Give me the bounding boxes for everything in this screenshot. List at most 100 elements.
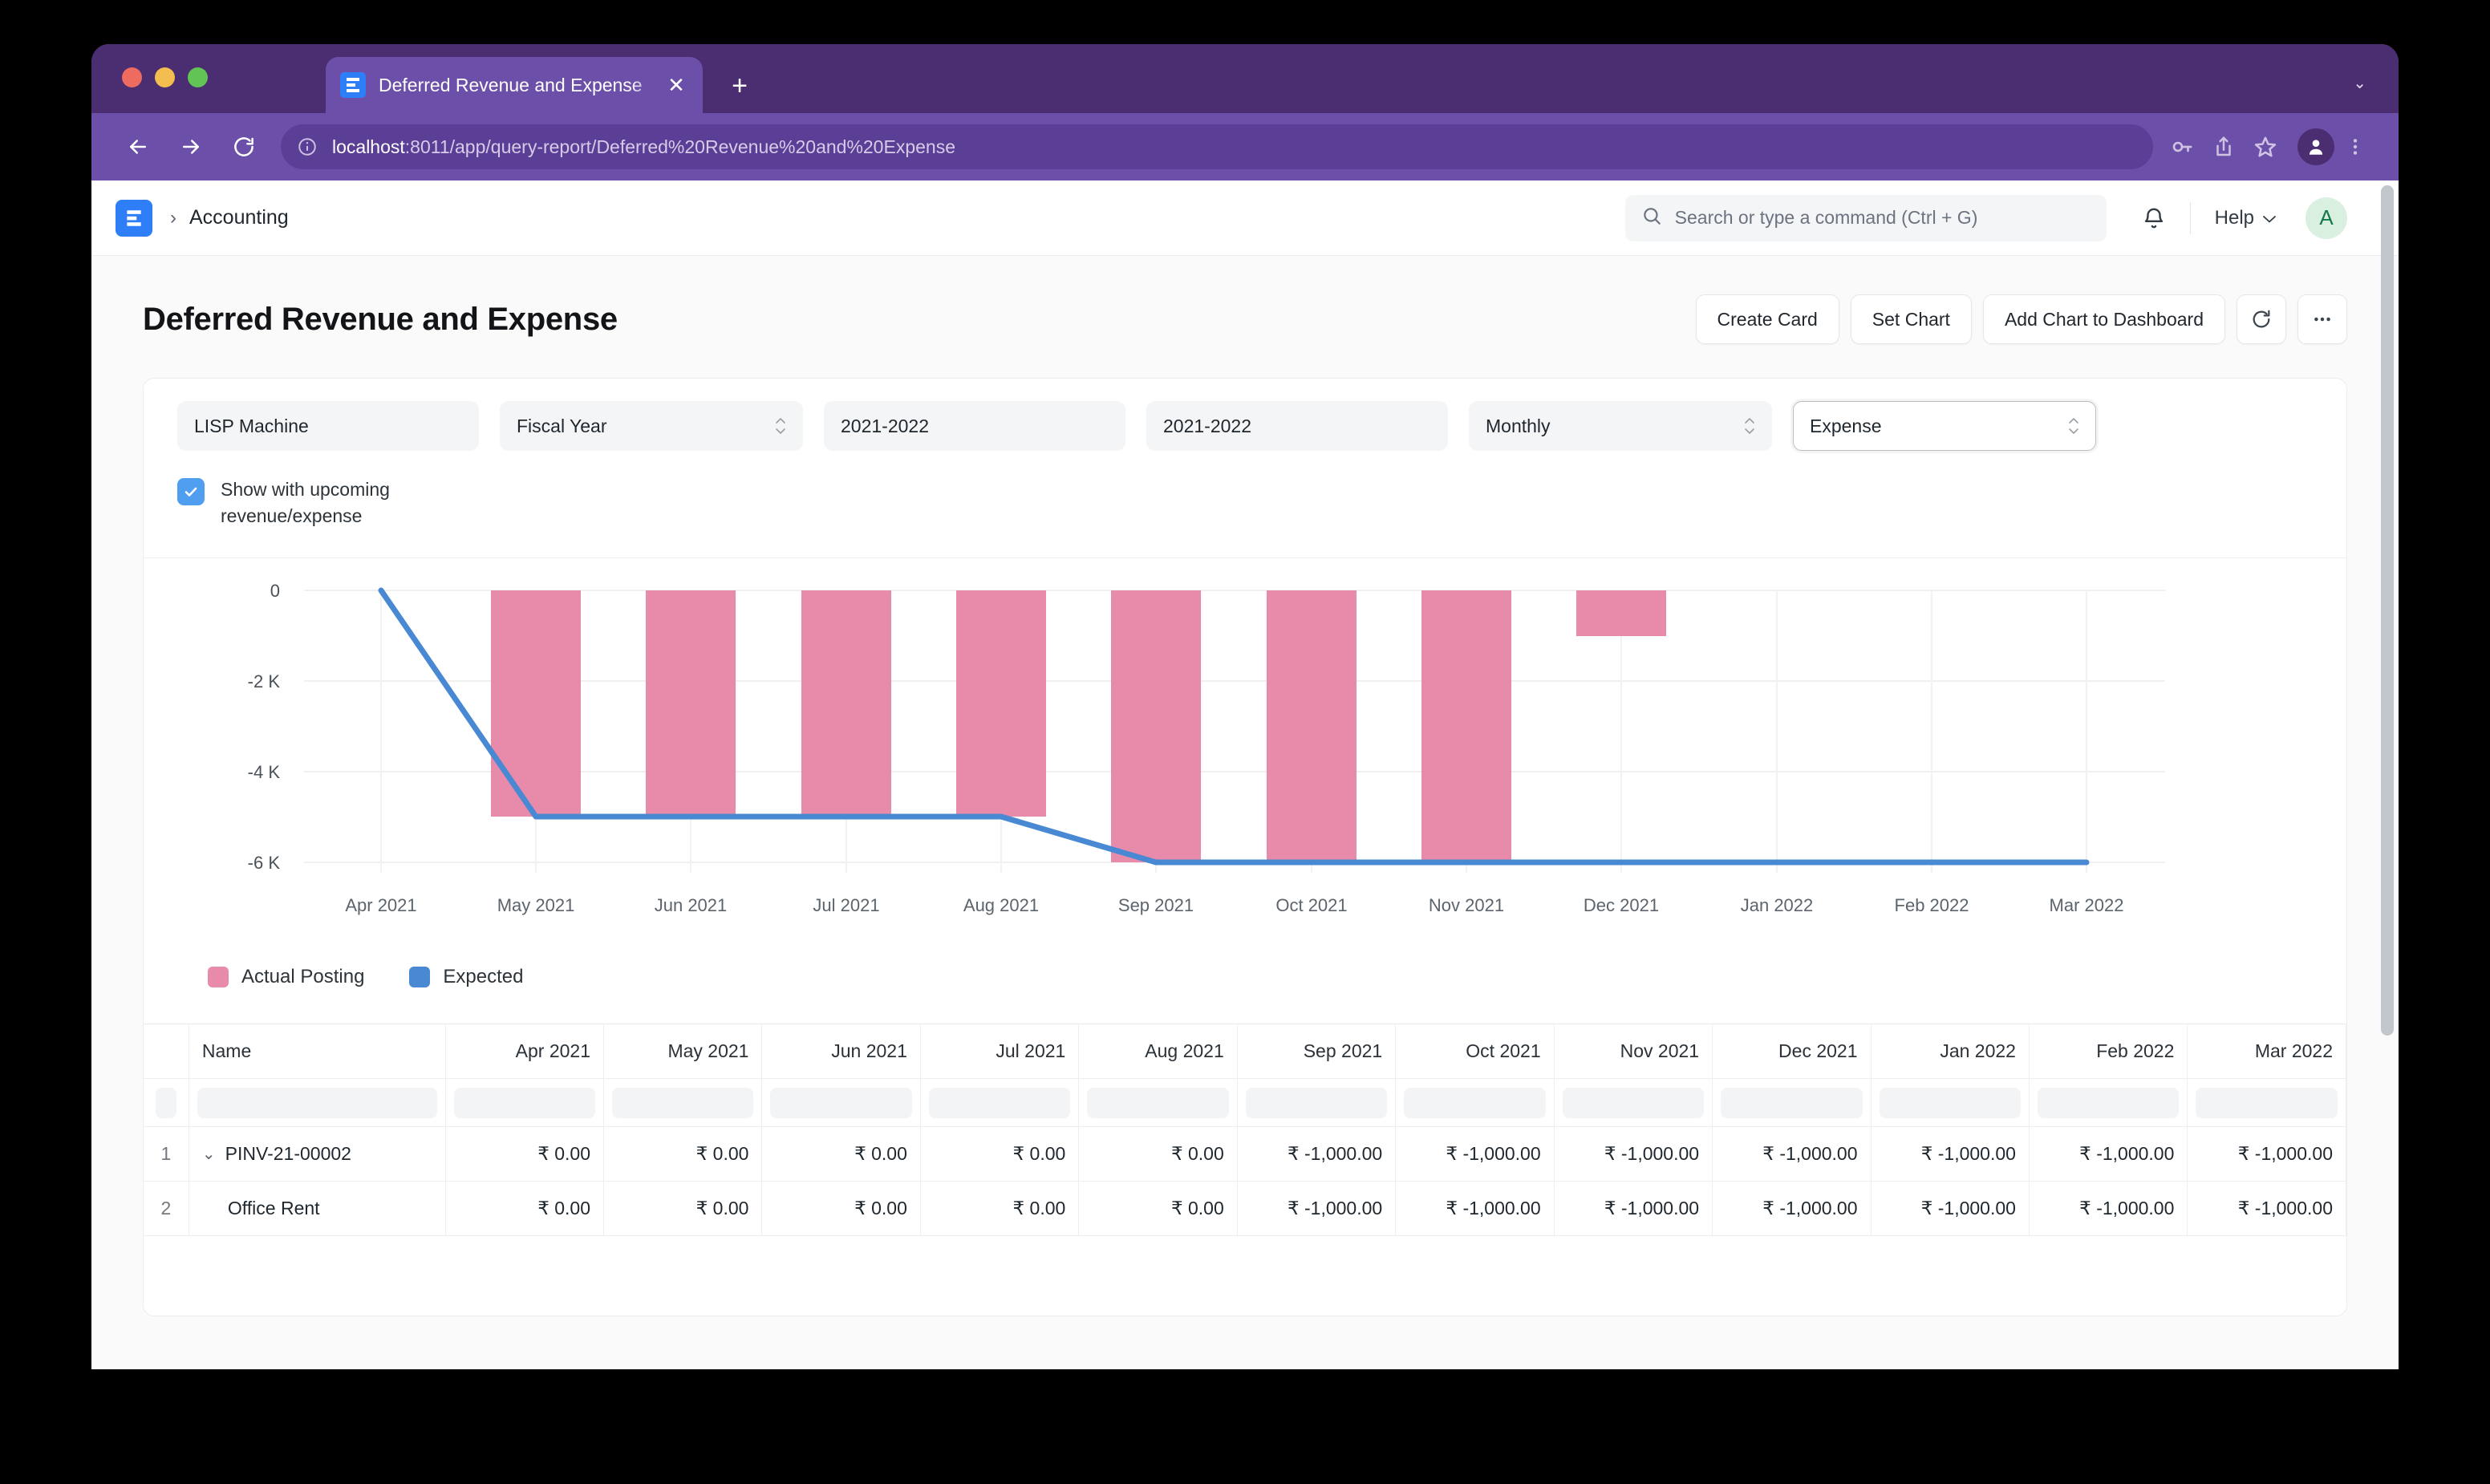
column-filter-input-oct-2021[interactable] (1404, 1087, 1546, 1118)
browser-window: Deferred Revenue and Expense ✕ + ⌄ local… (91, 44, 2399, 1369)
cell-apr-2021[interactable]: ₹ 0.00 (445, 1181, 605, 1237)
cell-jul-2021[interactable]: ₹ 0.00 (920, 1181, 1080, 1237)
column-header-feb-2022[interactable]: Feb 2022 (2029, 1024, 2188, 1080)
table-row[interactable]: 2 Office Rent ₹ 0.00 ₹ 0.00 ₹ 0.00 ₹ 0.0… (144, 1181, 2346, 1237)
column-filter-input-feb-2022[interactable] (2037, 1087, 2180, 1118)
periodicity-select[interactable]: Monthly (1469, 401, 1772, 451)
column-header-oct-2021[interactable]: Oct 2021 (1395, 1024, 1555, 1080)
row-index: 2 (144, 1181, 189, 1237)
column-header-jul-2021[interactable]: Jul 2021 (920, 1024, 1080, 1080)
column-filter-input-jun-2021[interactable] (770, 1087, 912, 1118)
cell-mar-2022[interactable]: ₹ -1,000.00 (2187, 1126, 2346, 1182)
column-filter-input-aug-2021[interactable] (1087, 1087, 1229, 1118)
share-icon[interactable] (2203, 126, 2245, 168)
filter-based-on-select[interactable]: Fiscal Year (500, 401, 803, 451)
table-row[interactable]: 1 ⌄ PINV-21-00002 ₹ 0.00 ₹ 0.00 ₹ 0.00 ₹… (144, 1126, 2346, 1182)
breadcrumb-item-accounting[interactable]: Accounting (189, 206, 289, 229)
column-filter-input-jan-2022[interactable] (1879, 1087, 2021, 1118)
legend-item-expected[interactable]: Expected (409, 966, 524, 988)
avatar[interactable]: A (2305, 197, 2347, 239)
maximize-window-button[interactable] (188, 67, 208, 87)
password-key-icon[interactable] (2161, 126, 2203, 168)
column-header-dec-2021[interactable]: Dec 2021 (1712, 1024, 1872, 1080)
column-filter-input-name[interactable] (197, 1087, 437, 1118)
breadcrumb-separator-icon: › (170, 206, 176, 229)
address-bar[interactable]: localhost:8011/app/query-report/Deferred… (281, 124, 2153, 169)
cell-nov-2021[interactable]: ₹ -1,000.00 (1554, 1126, 1713, 1182)
column-filter-input-may-2021[interactable] (612, 1087, 754, 1118)
browser-tab[interactable]: Deferred Revenue and Expense ✕ (326, 57, 703, 113)
erpnext-logo-icon[interactable] (116, 199, 152, 237)
minimize-window-button[interactable] (155, 67, 175, 87)
cell-feb-2022[interactable]: ₹ -1,000.00 (2029, 1181, 2188, 1237)
cell-dec-2021[interactable]: ₹ -1,000.00 (1712, 1181, 1872, 1237)
help-menu[interactable]: Help (2215, 207, 2277, 229)
row-name-cell[interactable]: ⌄ PINV-21-00002 (189, 1126, 446, 1182)
column-header-jan-2022[interactable]: Jan 2022 (1871, 1024, 2030, 1080)
reload-icon[interactable] (225, 128, 263, 166)
close-icon[interactable]: ✕ (664, 75, 688, 95)
refresh-button[interactable] (2237, 294, 2286, 344)
profile-avatar-icon[interactable] (2297, 128, 2334, 165)
column-filter-input-nov-2021[interactable] (1562, 1087, 1705, 1118)
chevron-down-icon[interactable]: ⌄ (202, 1146, 216, 1162)
column-filter-input-sep-2021[interactable] (1245, 1087, 1388, 1118)
search-placeholder: Search or type a command (Ctrl + G) (1674, 207, 1978, 228)
new-tab-button[interactable]: + (725, 72, 754, 99)
to-fiscal-year-filter[interactable]: 2021-2022 (1146, 401, 1448, 451)
cell-may-2021[interactable]: ₹ 0.00 (603, 1126, 763, 1182)
from-fiscal-year-filter[interactable]: 2021-2022 (824, 401, 1125, 451)
legend-swatch-actual-posting (208, 966, 229, 987)
cell-aug-2021[interactable]: ₹ 0.00 (1078, 1126, 1238, 1182)
cell-nov-2021[interactable]: ₹ -1,000.00 (1554, 1181, 1713, 1237)
column-filter-input-mar-2022[interactable] (2196, 1087, 2338, 1118)
forward-icon[interactable] (172, 128, 210, 166)
type-select[interactable]: Expense (1793, 401, 2096, 451)
column-header-jun-2021[interactable]: Jun 2021 (761, 1024, 921, 1080)
cell-jan-2022[interactable]: ₹ -1,000.00 (1871, 1181, 2030, 1237)
close-window-button[interactable] (122, 67, 142, 87)
set-chart-button[interactable]: Set Chart (1850, 294, 1972, 344)
column-filter-input-jul-2021[interactable] (928, 1087, 1071, 1118)
cell-oct-2021[interactable]: ₹ -1,000.00 (1395, 1181, 1555, 1237)
row-name-cell[interactable]: Office Rent (189, 1181, 446, 1237)
column-header-may-2021[interactable]: May 2021 (603, 1024, 763, 1080)
cell-oct-2021[interactable]: ₹ -1,000.00 (1395, 1126, 1555, 1182)
create-card-button[interactable]: Create Card (1695, 294, 1839, 344)
cell-aug-2021[interactable]: ₹ 0.00 (1078, 1181, 1238, 1237)
cell-jun-2021[interactable]: ₹ 0.00 (761, 1181, 921, 1237)
cell-sep-2021[interactable]: ₹ -1,000.00 (1237, 1126, 1397, 1182)
page-scrollbar[interactable] (2381, 185, 2394, 1036)
cell-sep-2021[interactable]: ₹ -1,000.00 (1237, 1181, 1397, 1237)
column-header-mar-2022[interactable]: Mar 2022 (2187, 1024, 2346, 1080)
browser-menu-icon[interactable] (2339, 126, 2371, 168)
cell-dec-2021[interactable]: ₹ -1,000.00 (1712, 1126, 1872, 1182)
add-chart-to-dashboard-button[interactable]: Add Chart to Dashboard (1982, 294, 2225, 344)
show-upcoming-label[interactable]: Show with upcoming revenue/expense (221, 476, 429, 530)
more-options-button[interactable] (2297, 294, 2347, 344)
column-header-nov-2021[interactable]: Nov 2021 (1554, 1024, 1713, 1080)
column-header-apr-2021[interactable]: Apr 2021 (445, 1024, 605, 1080)
cell-jul-2021[interactable]: ₹ 0.00 (920, 1126, 1080, 1182)
cell-jan-2022[interactable]: ₹ -1,000.00 (1871, 1126, 2030, 1182)
company-filter[interactable]: LISP Machine (177, 401, 479, 451)
column-filter-input-apr-2021[interactable] (453, 1087, 596, 1118)
column-filter-input-dec-2021[interactable] (1721, 1087, 1863, 1118)
filter-pill[interactable] (155, 1087, 176, 1118)
back-icon[interactable] (119, 128, 157, 166)
legend-item-actual-posting[interactable]: Actual Posting (208, 966, 364, 988)
bookmark-star-icon[interactable] (2245, 126, 2286, 168)
search-input[interactable]: Search or type a command (Ctrl + G) (1624, 194, 2107, 241)
cell-feb-2022[interactable]: ₹ -1,000.00 (2029, 1126, 2188, 1182)
column-header-aug-2021[interactable]: Aug 2021 (1078, 1024, 1238, 1080)
cell-apr-2021[interactable]: ₹ 0.00 (445, 1126, 605, 1182)
cell-mar-2022[interactable]: ₹ -1,000.00 (2187, 1181, 2346, 1237)
show-upcoming-checkbox[interactable] (177, 478, 205, 505)
cell-jun-2021[interactable]: ₹ 0.00 (761, 1126, 921, 1182)
column-header-sep-2021[interactable]: Sep 2021 (1237, 1024, 1397, 1080)
chevron-down-icon[interactable]: ⌄ (2353, 73, 2366, 93)
notifications-bell-icon[interactable] (2142, 206, 2166, 230)
cell-may-2021[interactable]: ₹ 0.00 (603, 1181, 763, 1237)
column-header-name[interactable]: Name (189, 1024, 446, 1080)
site-info-icon[interactable] (297, 136, 318, 157)
